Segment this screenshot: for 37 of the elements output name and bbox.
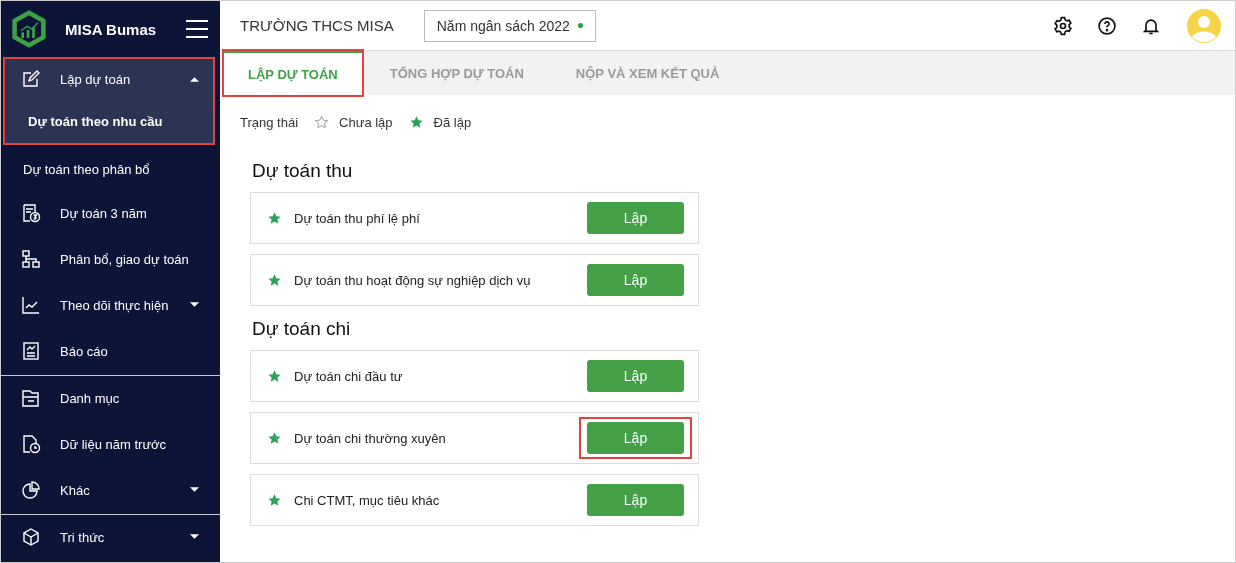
sidebar-item[interactable]: Phân bổ, giao dự toán <box>5 239 213 279</box>
sidebar-item[interactable]: Dự toán 3 năm <box>5 193 213 233</box>
sidebar-item[interactable]: Danh mục <box>5 378 213 418</box>
submenu-item[interactable]: Dự toán theo phân bổ <box>1 147 220 191</box>
section-heading: Dự toán chi <box>252 318 352 340</box>
menu-icon[interactable] <box>186 20 208 38</box>
legend-text: Đã lập <box>433 115 472 130</box>
budget-name: Dự toán thu hoạt động sự nghiệp dịch vụ <box>294 272 532 288</box>
edit-icon <box>21 69 41 89</box>
legend-label: Trạng thái <box>240 115 299 130</box>
app-name: MISA Bumas <box>65 20 158 38</box>
cube-icon <box>21 527 41 547</box>
line-chart-icon <box>21 295 41 315</box>
sidebar-item[interactable]: Báo cáo <box>5 331 213 371</box>
logo-icon <box>11 9 47 49</box>
report-icon <box>21 341 41 361</box>
sidebar-item[interactable]: Khác <box>5 470 213 510</box>
budget-name: Dự toán thu phí lệ phí <box>294 210 421 226</box>
sidebar-item[interactable]: Lập dự toán <box>5 59 213 99</box>
folder-icon <box>21 388 41 408</box>
budget-name: Dự toán chi thường xuyên <box>294 430 447 446</box>
document-icon <box>21 203 41 223</box>
sidebar-item[interactable]: Dữ liệu năm trước <box>5 424 213 464</box>
settings-icon[interactable] <box>1053 15 1073 36</box>
budget-name: Dự toán chi đầu tư <box>294 368 404 384</box>
sidebar-item[interactable]: Tri thức <box>5 517 213 557</box>
file-clock-icon <box>21 434 41 454</box>
submenu-item[interactable]: Dự toán theo nhu cầu <box>5 99 213 143</box>
pie-chart-icon <box>21 480 41 500</box>
help-icon[interactable] <box>1097 15 1117 36</box>
sidebar-item[interactable]: Theo dõi thực hiện <box>5 285 213 325</box>
organization-name: TRƯỜNG THCS MISA <box>240 17 394 34</box>
budget-name: Chi CTMT, mục tiêu khác <box>294 492 441 508</box>
hierarchy-icon <box>21 249 41 269</box>
section-heading: Dự toán thu <box>252 160 354 182</box>
budget-year-selector[interactable]: Năm ngân sách 2022 <box>423 9 596 42</box>
legend-text: Chưa lập <box>339 115 393 130</box>
